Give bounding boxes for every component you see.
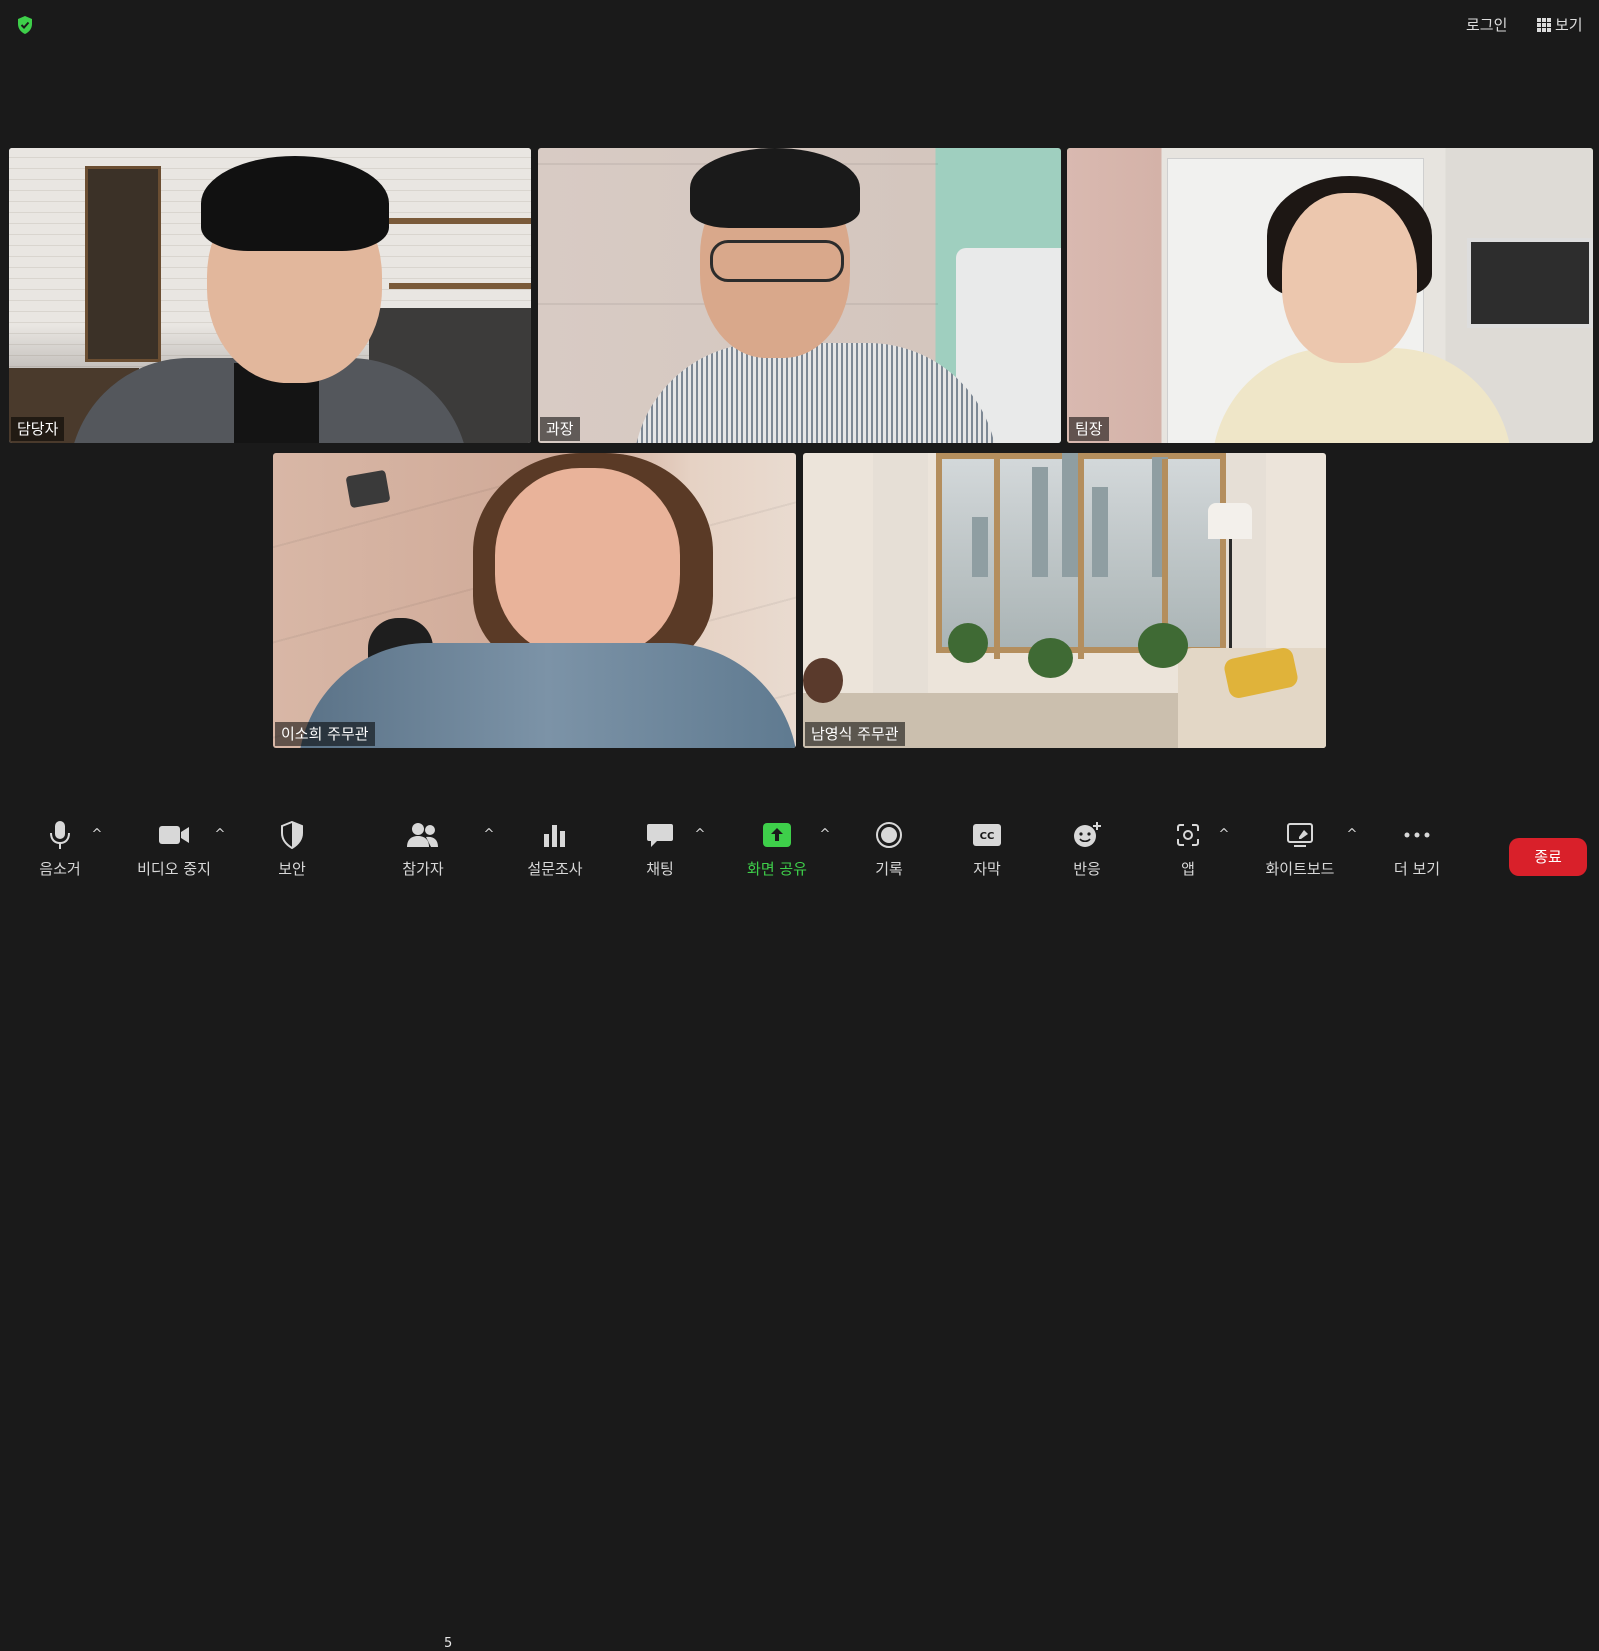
video-tile-3-active-speaker[interactable]: 팀장	[1067, 148, 1593, 443]
security-button[interactable]: 보안	[272, 818, 312, 894]
share-screen-icon	[763, 823, 791, 847]
polls-label: 설문조사	[527, 860, 583, 878]
smiley-add-icon	[1074, 822, 1101, 847]
security-shield-icon[interactable]	[16, 15, 34, 35]
video-feed	[538, 148, 1061, 443]
mute-button[interactable]: 음소거	[34, 818, 86, 894]
shield-icon	[281, 821, 303, 849]
captions-button[interactable]: CC 자막	[970, 818, 1004, 894]
video-camera-icon	[159, 826, 189, 844]
mute-label: 음소거	[39, 860, 81, 878]
video-tile-1[interactable]: 담당자	[9, 148, 531, 443]
participant-name: 남영식 주무관	[805, 722, 905, 746]
view-button[interactable]: 보기	[1533, 12, 1587, 38]
participants-button[interactable]: 참가자	[400, 818, 446, 894]
record-button[interactable]: 기록	[872, 818, 906, 894]
end-meeting-button[interactable]: 종료	[1509, 838, 1587, 876]
stop-video-button[interactable]: 비디오 중지	[132, 818, 216, 894]
whiteboard-label: 화이트보드	[1265, 860, 1335, 878]
bar-chart-icon	[544, 825, 565, 847]
participants-options-chevron-up-icon[interactable]: ^	[482, 828, 496, 842]
whiteboard-button[interactable]: 화이트보드	[1262, 818, 1338, 894]
video-tile-4[interactable]: 이소희 주무관	[273, 453, 796, 748]
reactions-button[interactable]: 반응	[1070, 818, 1104, 894]
apps-icon	[1177, 824, 1199, 846]
participant-name: 이소희 주무관	[275, 722, 375, 746]
top-bar: 로그인 보기	[0, 0, 1599, 48]
microphone-icon	[50, 821, 70, 849]
video-feed	[803, 453, 1326, 748]
captions-label: 자막	[973, 860, 1001, 878]
whiteboard-icon	[1287, 823, 1313, 847]
share-screen-label: 화면 공유	[747, 860, 807, 878]
share-options-chevron-up-icon[interactable]: ^	[818, 828, 832, 842]
chat-options-chevron-up-icon[interactable]: ^	[693, 828, 707, 842]
participant-name: 팀장	[1069, 417, 1109, 441]
more-dots-icon	[1404, 832, 1430, 838]
apps-options-chevron-up-icon[interactable]: ^	[1217, 828, 1231, 842]
participants-count: 5	[444, 1636, 453, 1651]
chat-button[interactable]: 채팅	[644, 818, 676, 894]
stop-video-label: 비디오 중지	[137, 860, 211, 878]
video-feed	[9, 148, 531, 443]
apps-button[interactable]: 앱	[1176, 818, 1200, 894]
record-icon	[876, 822, 902, 848]
grid-view-icon	[1537, 18, 1551, 32]
more-label: 더 보기	[1393, 860, 1441, 878]
audio-options-chevron-up-icon[interactable]: ^	[90, 828, 104, 842]
polls-button[interactable]: 설문조사	[524, 818, 586, 894]
share-screen-button[interactable]: 화면 공유	[742, 818, 812, 894]
chat-bubble-icon	[647, 824, 673, 847]
video-feed	[273, 453, 796, 748]
video-options-chevron-up-icon[interactable]: ^	[213, 828, 227, 842]
video-tile-2[interactable]: 과장	[538, 148, 1061, 443]
closed-captions-icon: CC	[973, 824, 1001, 846]
participants-label: 참가자	[402, 860, 444, 878]
chat-label: 채팅	[646, 860, 674, 878]
view-label: 보기	[1555, 16, 1583, 34]
login-button[interactable]: 로그인	[1462, 12, 1511, 38]
whiteboard-options-chevron-up-icon[interactable]: ^	[1345, 828, 1359, 842]
meeting-toolbar: 음소거 ^ 비디오 중지 ^ 보안 참가자 5 ^ 설문조사 채팅 ^ 화면 공…	[0, 810, 1599, 1651]
reactions-label: 반응	[1073, 860, 1101, 878]
participants-icon	[407, 823, 438, 847]
more-button[interactable]: 더 보기	[1390, 818, 1444, 894]
svg-text:CC: CC	[980, 831, 995, 842]
apps-label: 앱	[1181, 860, 1195, 878]
record-label: 기록	[875, 860, 903, 878]
video-feed	[1067, 148, 1593, 443]
participant-name: 과장	[540, 417, 580, 441]
security-label: 보안	[278, 860, 306, 878]
video-tile-5[interactable]: 남영식 주무관	[803, 453, 1326, 748]
participant-name: 담당자	[11, 417, 65, 441]
